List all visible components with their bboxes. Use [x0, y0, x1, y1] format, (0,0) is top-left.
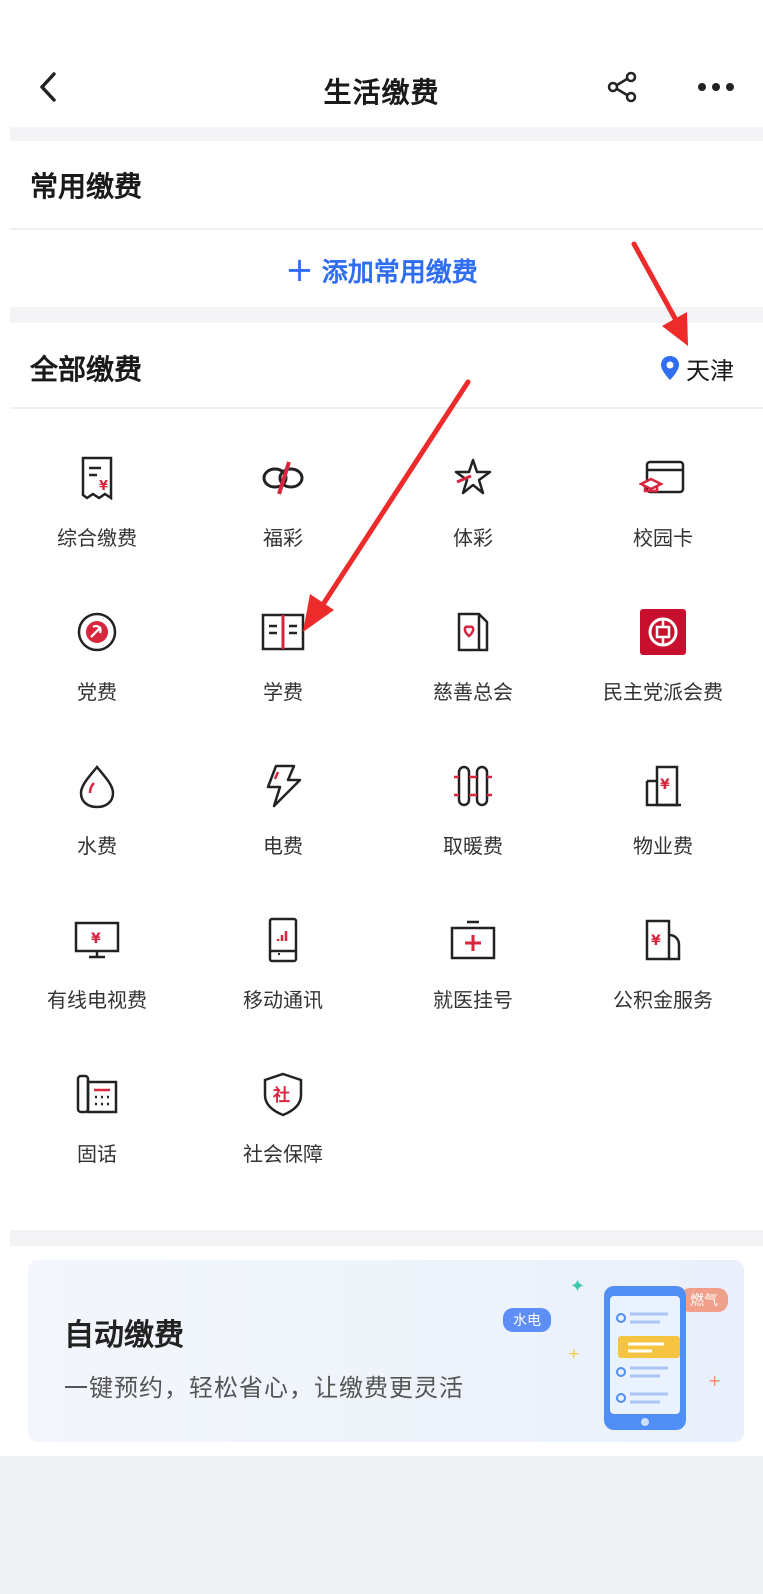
nav-bar: 生活缴费: [0, 55, 763, 127]
location-pin-icon: [661, 356, 679, 380]
grid-item-housing-fund[interactable]: ¥ 公积金服务: [568, 902, 758, 1042]
tv-icon: ¥: [71, 914, 123, 966]
party-badge-icon: [71, 606, 123, 658]
grid-item-social-security[interactable]: 社 社会保障: [188, 1056, 378, 1196]
share-icon[interactable]: [605, 69, 641, 105]
common-payment-title: 常用缴费: [30, 170, 143, 203]
grid-item-label: 公积金服务: [613, 988, 713, 1012]
grid-item-campus-card[interactable]: 校园卡: [568, 440, 758, 580]
svg-text:¥: ¥: [99, 479, 108, 494]
grid-item-label: 电费: [263, 834, 303, 858]
grid-item-comprehensive[interactable]: ¥ 综合缴费: [2, 440, 192, 580]
grid-item-cable-tv[interactable]: ¥ 有线电视费: [2, 902, 192, 1042]
banner-title: 自动缴费: [64, 1318, 184, 1353]
section-gap: [10, 127, 763, 141]
lightning-icon: [257, 760, 309, 812]
grid-item-label: 取暖费: [443, 834, 503, 858]
grid-item-label: 社会保障: [243, 1142, 323, 1166]
grid-item-label: 学费: [263, 680, 303, 704]
water-electric-tag: 水电: [503, 1308, 551, 1332]
fund-building-icon: ¥: [637, 914, 689, 966]
divider: [10, 228, 763, 230]
grid-item-label: 体彩: [453, 526, 493, 550]
grid-item-label: 慈善总会: [433, 680, 513, 704]
welfare-lottery-icon: [257, 452, 309, 504]
landline-icon: [71, 1068, 123, 1120]
page-title: 生活缴费: [323, 76, 440, 109]
sports-lottery-icon: [447, 452, 499, 504]
svg-text:✦: ✦: [570, 1276, 585, 1297]
water-drop-icon: [71, 760, 123, 812]
grid-item-hospital[interactable]: 就医挂号: [378, 902, 568, 1042]
grid-item-party-fee[interactable]: 党费: [2, 594, 192, 734]
divider: [10, 407, 763, 409]
grid-item-label: 水费: [77, 834, 117, 858]
phone-illustration-icon: ✦ + +: [568, 1276, 721, 1430]
bank-icon: [637, 606, 689, 658]
receipt-icon: ¥: [71, 452, 123, 504]
grid-item-label: 福彩: [263, 526, 303, 550]
svg-text:+: +: [708, 1371, 721, 1390]
grid-item-label: 党费: [77, 680, 117, 704]
bottom-area: [0, 1456, 763, 1594]
plus-icon: +: [285, 250, 314, 290]
grid-item-heating[interactable]: 取暖费: [378, 748, 568, 888]
grid-item-electricity[interactable]: 电费: [188, 748, 378, 888]
location-selector[interactable]: 天津: [660, 352, 734, 385]
banner-subtitle: 一键预约，轻松省心，让缴费更灵活: [64, 1374, 464, 1402]
add-common-payment-label: 添加常用缴费: [321, 257, 478, 288]
grid-item-label: 有线电视费: [47, 988, 147, 1012]
grid-item-mobile[interactable]: 移动通讯: [188, 902, 378, 1042]
svg-text:+: +: [568, 1346, 580, 1362]
grid-item-property[interactable]: ¥ 物业费: [568, 748, 758, 888]
grid-item-label: 民主党派会费: [603, 680, 723, 704]
grid-item-landline[interactable]: 固话: [2, 1056, 192, 1196]
grid-item-label: 移动通讯: [243, 988, 323, 1012]
all-payment-title: 全部缴费: [30, 353, 143, 386]
grid-item-welfare-lottery[interactable]: 福彩: [188, 440, 378, 580]
charity-icon: [447, 606, 499, 658]
grid-item-label: 固话: [77, 1142, 117, 1166]
svg-text:社: 社: [272, 1085, 290, 1106]
grid-item-charity[interactable]: 慈善总会: [378, 594, 568, 734]
grid-item-democratic-party-fee[interactable]: 民主党派会费: [568, 594, 758, 734]
grid-item-sports-lottery[interactable]: 体彩: [378, 440, 568, 580]
location-label: 天津: [686, 356, 734, 385]
more-dots-icon[interactable]: [694, 69, 738, 105]
building-icon: ¥: [637, 760, 689, 812]
section-gap: [10, 307, 763, 323]
section-gap: [10, 1230, 763, 1246]
grid-item-label: 物业费: [633, 834, 693, 858]
grid-item-label: 就医挂号: [433, 988, 513, 1012]
book-icon: [257, 606, 309, 658]
svg-text:¥: ¥: [651, 933, 661, 949]
radiator-icon: [447, 760, 499, 812]
campus-card-icon: [637, 452, 689, 504]
medical-kit-icon: [447, 914, 499, 966]
grid-item-water[interactable]: 水费: [2, 748, 192, 888]
phone-icon: [257, 914, 309, 966]
grid-item-label: 综合缴费: [57, 526, 137, 550]
svg-text:¥: ¥: [91, 931, 101, 947]
add-common-payment-button[interactable]: + 添加常用缴费: [0, 233, 763, 307]
shield-social-icon: 社: [257, 1068, 309, 1120]
grid-item-label: 校园卡: [633, 526, 693, 550]
svg-text:¥: ¥: [660, 777, 670, 793]
grid-item-tuition[interactable]: 学费: [188, 594, 378, 734]
auto-pay-banner[interactable]: 自动缴费 一键预约，轻松省心，让缴费更灵活 水电 燃气 ✦ + +: [28, 1260, 744, 1442]
